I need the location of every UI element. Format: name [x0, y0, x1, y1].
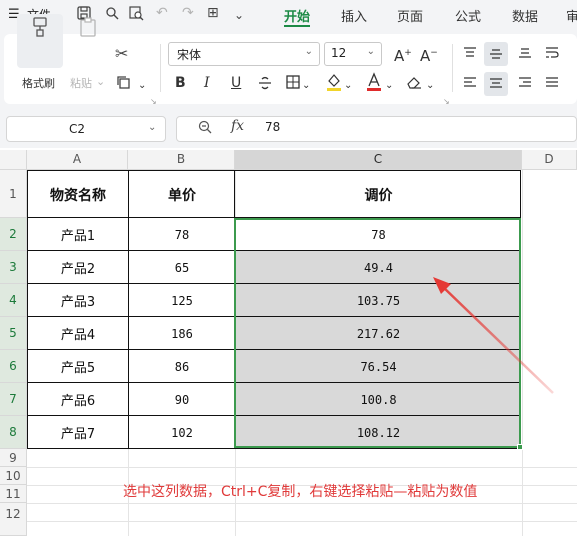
annotation-text: 选中这列数据，Ctrl+C复制，右键选择粘贴—粘贴为数值 — [123, 484, 478, 500]
annotation-arrow-icon — [433, 277, 554, 394]
